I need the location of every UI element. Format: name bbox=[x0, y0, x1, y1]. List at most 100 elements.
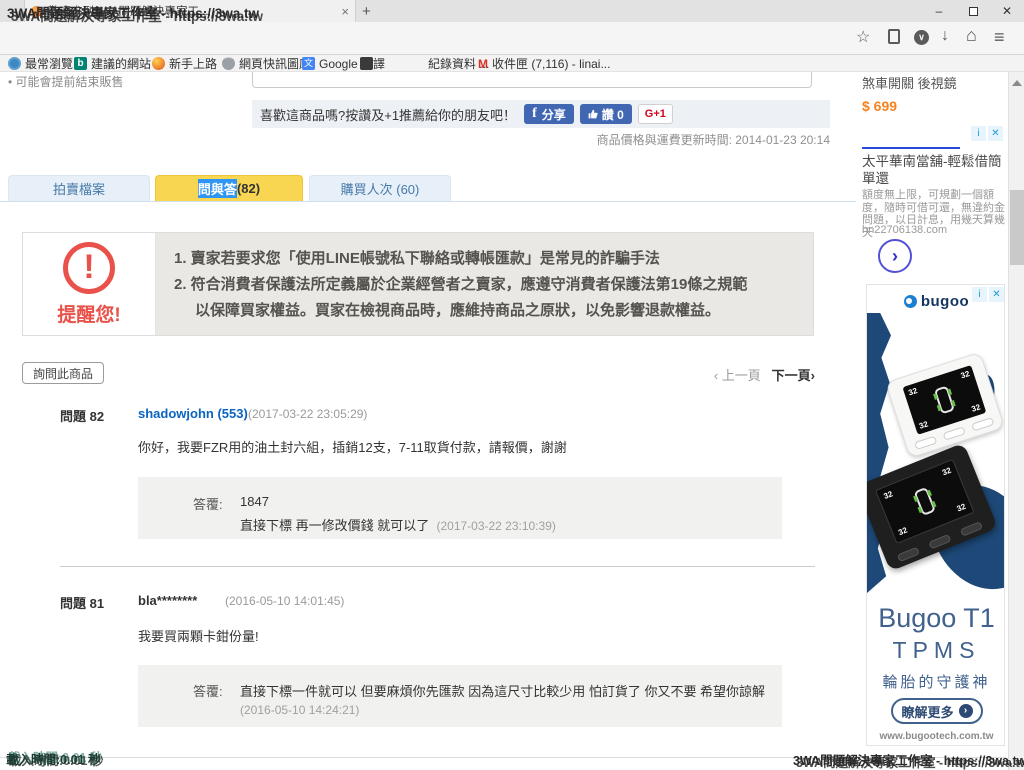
bookmark-item[interactable]: 網頁快訊圖庫 bbox=[222, 56, 311, 71]
exclamation-icon: ! bbox=[63, 242, 115, 294]
ad-tagline: 輪胎的守護神 bbox=[867, 671, 1005, 692]
answer-timestamp: (2016-05-10 14:24:21) bbox=[240, 703, 359, 717]
tab-qa-label: 問與答 bbox=[198, 179, 237, 198]
warning-badge: ! 提醒您! bbox=[23, 233, 156, 335]
window-controls: – ✕ bbox=[922, 0, 1024, 22]
dark-site-icon bbox=[360, 57, 373, 70]
bugoo-eye-icon bbox=[904, 295, 917, 308]
bookmark-item[interactable]: b建議的網站 bbox=[74, 56, 151, 71]
like-prompt: 喜歡這商品嗎?按讚及+1推薦給你的朋友吧！ bbox=[260, 105, 516, 124]
next-page-arrow-icon: › bbox=[811, 368, 815, 383]
adchoices-info-icon[interactable]: i bbox=[972, 287, 987, 302]
answer-label: 答覆: bbox=[193, 494, 223, 513]
ad-headline-underline bbox=[862, 147, 960, 149]
fraud-warning-box: ! 提醒您! 1. 賣家若要求您「使用LINE帳號私下聯絡或轉帳匯款」是常見的詐… bbox=[22, 232, 814, 336]
bookmark-star-icon[interactable]: ☆ bbox=[856, 27, 870, 47]
facebook-share-button[interactable]: f分享 bbox=[524, 104, 574, 124]
bookmark-item[interactable]: M收件匣 (7,116) - linai... bbox=[478, 56, 610, 71]
price-update-timestamp: 商品價格與運費更新時間: 2014-01-23 20:14 bbox=[0, 131, 830, 148]
item-notice-bullet: • 可能會提前結束販售 bbox=[8, 73, 124, 90]
car-icon bbox=[913, 487, 936, 516]
question-timestamp: (2016-05-10 14:01:45) bbox=[225, 594, 344, 608]
browser-window: 歡迎來到3WA問題解決專家工... × + – ✕ 3WA問題解決專家工作室 -… bbox=[0, 0, 1024, 770]
warning-title: 提醒您! bbox=[57, 300, 120, 327]
gmail-icon: M bbox=[478, 57, 488, 71]
ad-arrow-button[interactable]: › bbox=[878, 239, 912, 273]
google-plus-one-button[interactable]: G+1 bbox=[638, 104, 673, 124]
home-icon[interactable]: ⌂ bbox=[966, 25, 977, 46]
ask-question-button[interactable]: 詢問此商品 bbox=[22, 362, 104, 384]
answer-line: 1847 bbox=[240, 494, 269, 509]
maximize-icon bbox=[969, 7, 978, 16]
maximize-button[interactable] bbox=[956, 0, 990, 22]
prev-page-arrow-icon: ‹ bbox=[714, 368, 718, 383]
firefox-icon bbox=[152, 57, 165, 70]
pagination: ‹ 上一頁 下一頁› bbox=[600, 365, 815, 384]
bookmark-item[interactable]: 最常瀏覽 bbox=[8, 56, 73, 71]
arrow-right-icon: › bbox=[959, 704, 973, 718]
tab-buyers[interactable]: 購買人次 (60) bbox=[309, 175, 451, 201]
bugoo-ad[interactable]: i ✕ bugoo 32 32 32 32 32 bbox=[866, 284, 1005, 746]
answer-line: 直接下標一件就可以 但要麻煩你先匯款 因為這尺寸比較少用 怕訂貨了 你又不要 希… bbox=[240, 681, 765, 700]
adchoices-info-icon[interactable]: i bbox=[971, 126, 986, 141]
warning-text: 1. 賣家若要求您「使用LINE帳號私下聯絡或轉帳匯款」是常見的詐騙手法 2. … bbox=[156, 233, 813, 335]
new-tab-button[interactable]: + bbox=[362, 3, 371, 20]
ad-product-type: TPMS bbox=[867, 637, 1005, 664]
facebook-icon: f bbox=[532, 106, 537, 122]
globe-icon bbox=[222, 57, 235, 70]
warning-line: 以保障買家權益。買家在檢視商品時，應維持商品之原狀，以免影響退款權益。 bbox=[174, 298, 795, 324]
frequent-icon bbox=[8, 57, 21, 70]
ad-url: hn22706138.com bbox=[862, 224, 947, 236]
question-text: 你好，我要FZR用的油土封六組，插銷12支，7-11取貨付款，請報價，謝謝 bbox=[138, 437, 567, 456]
close-button[interactable]: ✕ bbox=[990, 0, 1024, 22]
answer-label: 答覆: bbox=[193, 681, 223, 700]
ad-product-name: Bugoo T1 bbox=[867, 603, 1005, 634]
watermark-bottom: 3WA問題解決專家工作室 - https://3wa.tw bbox=[793, 750, 1024, 769]
thumbs-up-icon bbox=[588, 109, 598, 119]
question-user-link[interactable]: shadowjohn (553) bbox=[138, 406, 248, 421]
answer-line: 直接下標 再一修改價錢 就可以了 (2017-03-22 23:10:39) bbox=[240, 515, 556, 534]
tab-qa-count: (82) bbox=[237, 181, 260, 196]
scrollbar[interactable] bbox=[1008, 72, 1024, 770]
question-timestamp: (2017-03-22 23:05:29) bbox=[248, 407, 367, 421]
bookmark-item[interactable]: 新手上路 bbox=[152, 56, 217, 71]
question-number: 問題 82 bbox=[60, 406, 104, 425]
bookmarks-toolbar: 最常瀏覽 b建議的網站 新手上路 網頁快訊圖庫 文Google 翻譯 紀錄資料 … bbox=[0, 55, 1024, 72]
ad-url: www.bugootech.com.tw bbox=[867, 731, 1005, 742]
scrollbar-thumb[interactable] bbox=[1010, 190, 1024, 265]
pocket-icon[interactable]: ∨ bbox=[914, 30, 929, 45]
social-share-strip: 喜歡這商品嗎?按讚及+1推薦給你的朋友吧！ f分享 讚 0 G+1 bbox=[252, 100, 830, 128]
tabs-underline bbox=[0, 201, 856, 202]
facebook-like-button[interactable]: 讚 0 bbox=[580, 104, 632, 124]
menu-icon[interactable]: ≡ bbox=[994, 27, 1005, 48]
tab-auction-profile[interactable]: 拍賣檔案 bbox=[8, 175, 150, 201]
ad-headline[interactable]: 太平華南當舖-輕鬆借簡單還 bbox=[862, 153, 1008, 187]
ad-close-icon[interactable]: ✕ bbox=[989, 287, 1004, 302]
watermark-top: 3WA問題解決專家工作室 - https://3wa.tw bbox=[7, 2, 259, 22]
navigation-toolbar bbox=[0, 22, 1024, 55]
download-icon[interactable]: ↓ bbox=[941, 27, 949, 45]
warning-line: 2. 符合消費者保護法所定義屬於企業經營者之賣家，應遵守消費者保護法第19條之規… bbox=[174, 272, 795, 298]
question-number: 問題 81 bbox=[60, 593, 104, 612]
bookmark-item[interactable] bbox=[360, 56, 377, 71]
answer-timestamp: (2017-03-22 23:10:39) bbox=[436, 519, 555, 533]
car-icon bbox=[934, 385, 955, 414]
tpms-device-white: 32 32 32 32 bbox=[885, 352, 1005, 459]
tab-close-icon[interactable]: × bbox=[341, 4, 349, 19]
next-page-link[interactable]: 下一頁 bbox=[772, 368, 811, 383]
suggested-sites-icon: b bbox=[74, 57, 87, 70]
tab-questions-answers[interactable]: 問與答 (82) bbox=[155, 175, 303, 201]
question-divider bbox=[60, 566, 815, 567]
library-icon[interactable] bbox=[888, 29, 900, 44]
google-translate-icon: 文 bbox=[302, 57, 315, 70]
scroll-up-icon[interactable] bbox=[1012, 80, 1022, 86]
question-user-link[interactable]: bla******** bbox=[138, 593, 197, 608]
warning-line: 1. 賣家若要求您「使用LINE帳號私下聯絡或轉帳匯款」是常見的詐騙手法 bbox=[174, 246, 795, 272]
minimize-button[interactable]: – bbox=[922, 0, 956, 22]
learn-more-button[interactable]: 瞭解更多 › bbox=[891, 698, 983, 724]
prev-page-link[interactable]: 上一頁 bbox=[722, 368, 761, 383]
load-time-text: 載入時間:0.01 秒 bbox=[6, 749, 100, 768]
tpms-product-image: 32 32 32 32 32 32 32 32 bbox=[867, 313, 1005, 601]
ad-close-icon[interactable]: ✕ bbox=[988, 126, 1003, 141]
question-text: 我要買兩顆卡鉗份量! bbox=[138, 626, 259, 645]
